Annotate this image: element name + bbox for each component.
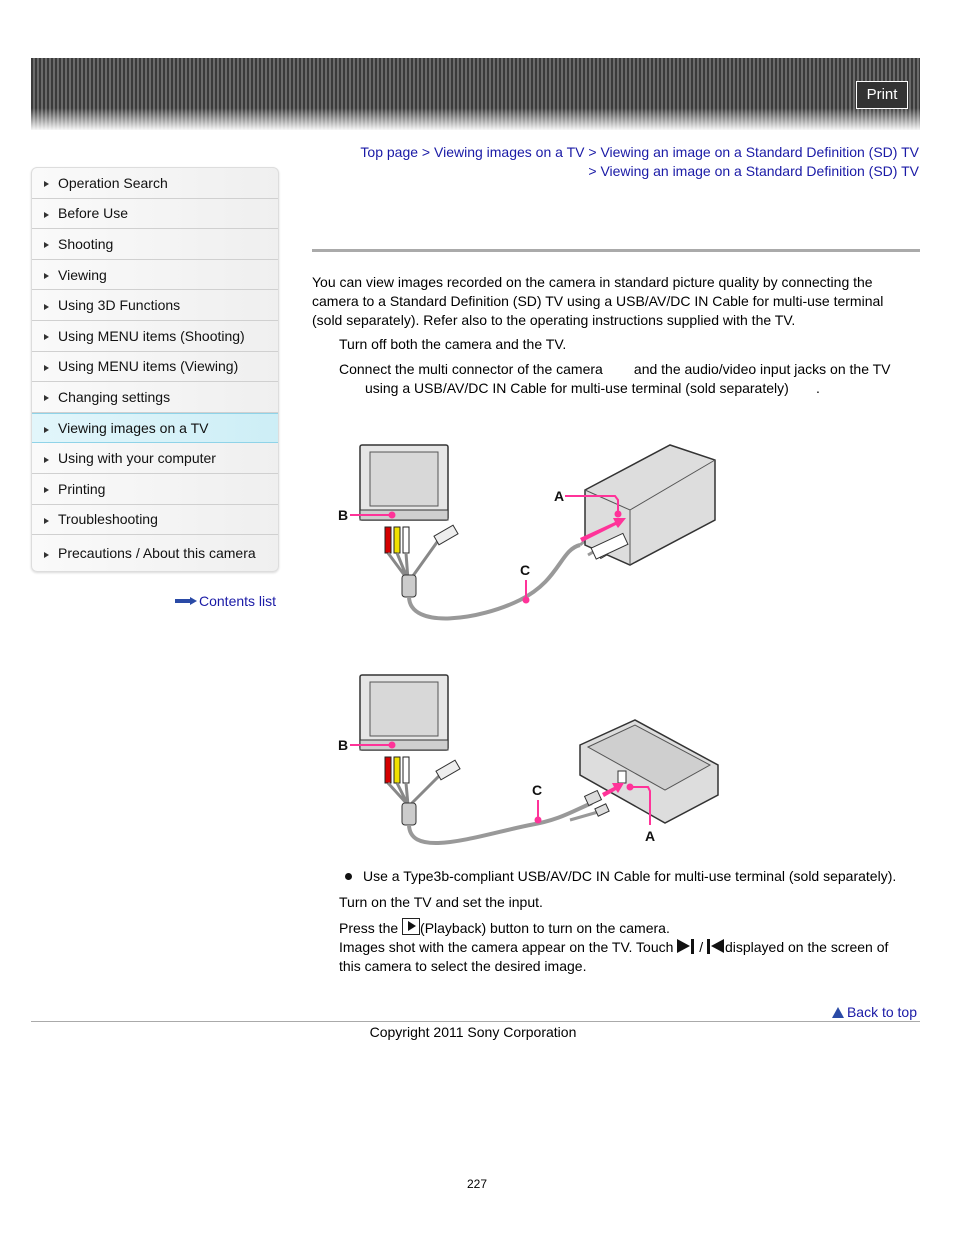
triangle-right-icon <box>44 426 49 433</box>
step-3: Turn on the TV and set the input. <box>339 894 543 910</box>
step-4-text: Images shot with the camera appear on th… <box>339 939 674 955</box>
sidebar-item-label: Using MENU items (Shooting) <box>58 327 245 344</box>
breadcrumb-item[interactable]: Top page <box>360 144 418 160</box>
triangle-right-icon <box>44 211 49 218</box>
triangle-right-icon <box>44 181 49 188</box>
av-cable-illustration <box>384 524 612 621</box>
sidebar-item-label: Precautions / About this camera <box>58 545 256 562</box>
triangle-right-icon <box>44 551 49 558</box>
sidebar-item[interactable]: Using MENU items (Shooting) <box>32 321 278 352</box>
page-number: 227 <box>466 1177 488 1191</box>
step-1: Turn off both the camera and the TV. <box>339 336 567 352</box>
connection-diagram-2: B A C <box>338 674 719 846</box>
sidebar-item[interactable]: Viewing images on a TV <box>32 412 278 444</box>
header-banner: Print <box>31 58 920 130</box>
triangle-right-icon <box>44 334 49 341</box>
sidebar-item-label: Changing settings <box>58 388 171 405</box>
sidebar-item[interactable]: Operation Search <box>32 168 278 199</box>
triangle-right-icon <box>44 456 49 463</box>
sidebar-item-label: Using 3D Functions <box>58 297 181 314</box>
breadcrumb-item-current[interactable]: Viewing an image on a Standard Definitio… <box>600 163 919 179</box>
slash: / <box>699 939 704 955</box>
step-4-text: (Playback) button to turn on the camera. <box>420 920 670 936</box>
step-2: Connect the multi connector of the camer… <box>339 360 914 398</box>
print-button[interactable]: Print <box>856 81 908 109</box>
sidebar-item-label: Operation Search <box>58 174 168 191</box>
sidebar-item[interactable]: Shooting <box>32 229 278 260</box>
breadcrumb-separator: > <box>588 163 597 179</box>
breadcrumb: Top page > Viewing images on a TV > View… <box>359 143 919 181</box>
cable-note: Use a Type3b-compliant USB/AV/DC IN Cabl… <box>345 868 896 884</box>
connection-diagram-1: B A C <box>338 444 716 621</box>
sidebar-item-label: Troubleshooting <box>58 511 158 528</box>
contents-list-label: Contents list <box>199 593 277 609</box>
next-image-icon <box>677 939 695 954</box>
sidebar-item[interactable]: Before Use <box>32 199 278 230</box>
sidebar-item-label: Shooting <box>58 235 114 252</box>
label-c: C <box>520 562 530 578</box>
step-4-line-2: Images shot with the camera appear on th… <box>339 938 914 957</box>
step-2-line-2: using a USB/AV/DC IN Cable for multi-use… <box>365 380 820 396</box>
triangle-right-icon <box>44 487 49 494</box>
sidebar-item[interactable]: Printing <box>32 474 278 505</box>
sidebar-item-label: Using MENU items (Viewing) <box>58 358 239 375</box>
sidebar-nav: Operation Search Before Use Shooting Viewin… <box>31 167 279 573</box>
sidebar-item[interactable]: Using MENU items (Viewing) <box>32 352 278 383</box>
sidebar-item[interactable]: Troubleshooting <box>32 505 278 536</box>
sidebar-item-label: Before Use <box>58 205 129 222</box>
label-b: B <box>338 737 348 753</box>
label-a: A <box>554 488 564 504</box>
tv-illustration <box>359 674 449 751</box>
av-cable-illustration <box>384 756 610 846</box>
bullet-icon <box>345 872 352 880</box>
triangle-right-icon <box>44 517 49 524</box>
arrow-right-icon <box>175 597 197 605</box>
sidebar-item-label: Using with your computer <box>58 450 216 467</box>
back-to-top-link[interactable]: Back to top <box>831 1004 917 1020</box>
label-a: A <box>645 828 655 844</box>
tv-illustration <box>359 444 449 521</box>
title-divider <box>312 249 920 252</box>
back-to-top-label: Back to top <box>846 1004 917 1020</box>
camera-illustration <box>584 444 716 566</box>
playback-icon <box>402 918 421 935</box>
up-arrow-icon <box>831 1006 844 1018</box>
sidebar-item[interactable]: Using with your computer <box>32 443 278 474</box>
contents-list-link[interactable]: Contents list <box>175 593 276 609</box>
label-c: C <box>532 782 542 798</box>
triangle-right-icon <box>44 395 49 402</box>
step-4-line-3: this camera to select the desired image. <box>339 958 587 974</box>
intro-paragraph: You can view images recorded on the came… <box>312 274 884 328</box>
sidebar-item[interactable]: Changing settings <box>32 382 278 413</box>
triangle-right-icon <box>44 273 49 280</box>
previous-image-icon <box>706 939 725 954</box>
copyright: Copyright 2011 Sony Corporation <box>0 1024 954 1040</box>
step-4-line-1: Press the (Playback) button to turn on t… <box>339 918 914 938</box>
step-4-text: displayed on the screen of <box>724 939 889 955</box>
step-4: Press the (Playback) button to turn on t… <box>339 918 914 976</box>
copyright-text: Copyright 2011 Sony Corporation <box>369 1024 577 1040</box>
sidebar-item-label: Printing <box>58 480 106 497</box>
callout-c: C <box>532 782 542 824</box>
breadcrumb-item[interactable]: Viewing an image on a Standard Definitio… <box>600 144 919 160</box>
step-2-line-1: Connect the multi connector of the camer… <box>339 361 891 377</box>
triangle-right-icon <box>44 242 49 249</box>
breadcrumb-separator: > <box>421 144 431 160</box>
triangle-right-icon <box>44 364 49 371</box>
breadcrumb-separator: > <box>588 144 597 160</box>
breadcrumb-item[interactable]: Viewing images on a TV <box>434 144 584 160</box>
step-4-text: Press the <box>339 920 399 936</box>
sidebar-item[interactable]: Precautions / About this camera <box>32 535 278 571</box>
label-b: B <box>338 507 348 523</box>
sidebar-item[interactable]: Using 3D Functions <box>32 290 278 321</box>
sidebar-item-label: Viewing images on a TV <box>58 420 209 437</box>
sidebar-item-label: Viewing <box>58 266 107 283</box>
triangle-right-icon <box>44 303 49 310</box>
footer-divider <box>31 1021 920 1022</box>
cable-note-text: Use a Type3b-compliant USB/AV/DC IN Cabl… <box>363 868 897 884</box>
sidebar-item[interactable]: Viewing <box>32 260 278 291</box>
